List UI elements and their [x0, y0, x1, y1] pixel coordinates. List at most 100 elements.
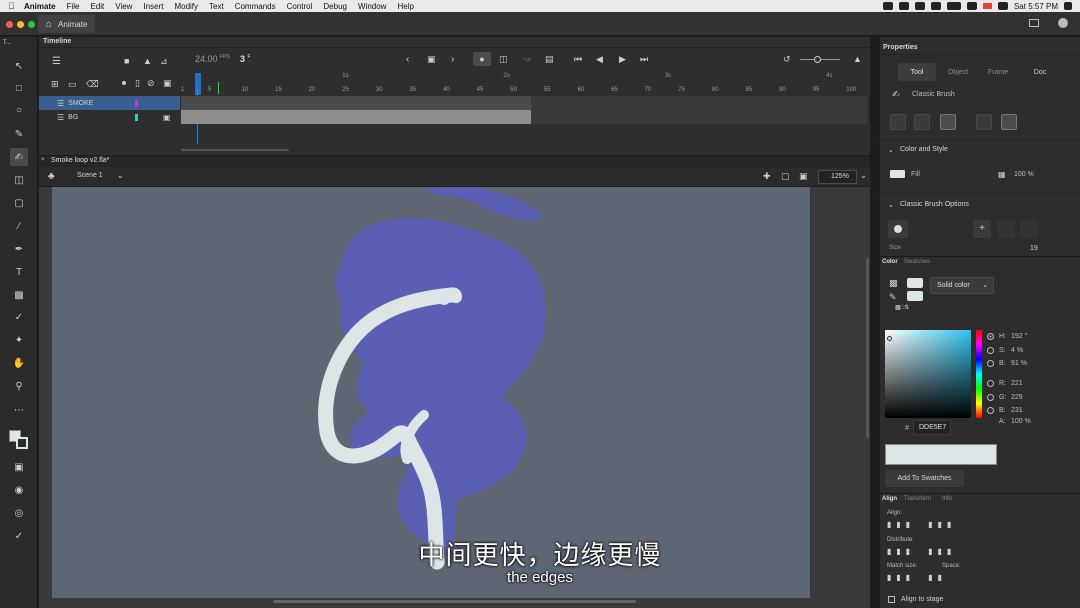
timeline-hscrollbar[interactable]: [181, 149, 289, 151]
fill-color-chip-2[interactable]: [907, 291, 923, 301]
menu-modify[interactable]: Modify: [174, 2, 198, 11]
color-picker-field[interactable]: [885, 330, 971, 418]
brush-mode-button[interactable]: [890, 114, 906, 130]
loop-icon[interactable]: ↺: [783, 54, 791, 65]
fps-display[interactable]: 24.00 FPS: [195, 54, 230, 64]
cloud-icon[interactable]: [930, 2, 941, 10]
frame-ruler[interactable]: [181, 82, 869, 93]
size-value[interactable]: 19: [1030, 245, 1038, 252]
delete-layer-icon[interactable]: ⌫: [86, 79, 99, 90]
alpha-value[interactable]: 100 %: [1011, 418, 1031, 425]
prev-keyframe-icon[interactable]: ‹: [406, 54, 409, 65]
layer-color-swatch[interactable]: [135, 100, 138, 107]
next-keyframe-icon[interactable]: ›: [451, 54, 454, 65]
menu-control[interactable]: Control: [287, 2, 313, 11]
wifi-icon[interactable]: [966, 2, 977, 10]
text-tool-icon[interactable]: T: [10, 263, 28, 281]
red-value[interactable]: 221: [1011, 380, 1023, 387]
bg-empty-frames[interactable]: [531, 110, 867, 124]
blue-radio[interactable]: [987, 407, 994, 414]
fill-color-chip[interactable]: [890, 170, 905, 178]
doc-tab-close-icon[interactable]: ×: [41, 157, 45, 163]
align-buttons[interactable]: ▮▮▮ ▮▮▮: [887, 520, 956, 529]
lasso-tool-icon[interactable]: ○: [10, 101, 28, 119]
add-brush-button[interactable]: +: [973, 220, 991, 238]
new-folder-icon[interactable]: ▭: [68, 79, 77, 90]
menu-commands[interactable]: Commands: [235, 2, 276, 11]
pen-tool-icon[interactable]: ✒: [10, 240, 28, 258]
workspace-icon[interactable]: [1029, 19, 1039, 27]
fill-swatch[interactable]: [16, 437, 28, 449]
zoom-window-icon[interactable]: [28, 21, 35, 28]
align-to-stage-checkbox[interactable]: [888, 596, 895, 603]
menu-text[interactable]: Text: [209, 2, 224, 11]
camera-icon[interactable]: ■: [124, 56, 129, 66]
scene-name[interactable]: Scene 1: [77, 172, 103, 179]
paint-bucket-icon[interactable]: ▩: [10, 286, 28, 304]
record-icon[interactable]: [914, 2, 925, 10]
subselection-tool-icon[interactable]: □: [10, 79, 28, 97]
layers-icon[interactable]: ☰: [52, 56, 61, 67]
new-layer-icon[interactable]: ⊞: [51, 79, 59, 90]
tab-align[interactable]: Align: [882, 496, 897, 502]
more-tools-icon[interactable]: ⋯: [10, 401, 28, 419]
tab-info[interactable]: Info: [942, 496, 952, 502]
blue-value[interactable]: 231: [1011, 407, 1023, 414]
hue-value[interactable]: 192 °: [1011, 333, 1027, 340]
eraser-tool-icon[interactable]: ◫: [10, 171, 28, 189]
align-to-stage-label[interactable]: Align to stage: [901, 596, 943, 603]
color-style-heading[interactable]: Color and Style: [900, 146, 948, 153]
clip-icon[interactable]: ▢: [781, 171, 790, 182]
tab-frame[interactable]: Frame: [980, 63, 1016, 81]
scene-dropdown-icon[interactable]: ⌄: [117, 171, 124, 180]
minimize-window-icon[interactable]: [17, 21, 24, 28]
green-radio[interactable]: [987, 394, 994, 401]
object-drawing-icon[interactable]: ▣: [10, 458, 28, 476]
list-icon[interactable]: [1064, 2, 1072, 10]
timeline-zoom-icon[interactable]: ▲: [853, 54, 862, 64]
menu-window[interactable]: Window: [358, 2, 386, 11]
swap-colors-icon[interactable]: ▩□⇅: [895, 304, 909, 311]
zoom-dropdown-icon[interactable]: ⌄: [860, 171, 867, 180]
add-to-swatches-button[interactable]: Add To Swatches: [885, 470, 964, 487]
close-box-icon[interactable]: [898, 2, 909, 10]
pressure-icon[interactable]: ◎: [10, 504, 28, 522]
saturation-radio[interactable]: [987, 347, 994, 354]
zoom-select[interactable]: 125%: [818, 170, 857, 184]
motion-tween-icon[interactable]: ↝: [523, 54, 531, 65]
creative-cloud-icon[interactable]: [882, 2, 893, 10]
stage-hscrollbar[interactable]: [273, 600, 636, 603]
brush-options-heading[interactable]: Classic Brush Options: [900, 201, 969, 208]
brush-options-chevron-icon[interactable]: ⌄: [888, 201, 894, 209]
saturation-value[interactable]: 4 %: [1011, 347, 1023, 354]
pressure-button[interactable]: [976, 114, 992, 130]
highlight-dot-icon[interactable]: [122, 81, 126, 85]
doc-tab-label[interactable]: Smoke loop v2.fla*: [51, 157, 109, 164]
insert-frame-icon[interactable]: ▤: [545, 54, 554, 65]
onion-skin-icon[interactable]: ●: [473, 52, 491, 66]
layer-parenting-icon[interactable]: ▲: [143, 56, 152, 66]
tab-doc[interactable]: Doc: [1022, 63, 1058, 81]
line-tool-icon[interactable]: ∕: [10, 217, 28, 235]
smoke-empty-frames[interactable]: [531, 96, 867, 110]
layer-bg[interactable]: ☰ BG ▣: [39, 110, 180, 124]
fill-bucket-icon[interactable]: ▩: [889, 278, 898, 289]
app-home-tab[interactable]: ⌂ Animate: [38, 15, 96, 33]
smoke-frames[interactable]: [181, 96, 531, 110]
hide-all-icon[interactable]: ⊘: [147, 78, 155, 89]
playhead-handle[interactable]: [195, 73, 201, 95]
color-type-select[interactable]: Solid color ⌄: [930, 277, 994, 294]
center-stage-icon[interactable]: ▣: [799, 171, 808, 182]
menu-insert[interactable]: Insert: [143, 2, 163, 11]
bg-frames[interactable]: [181, 110, 531, 124]
layer-smoke[interactable]: ☰ SMOKE: [39, 96, 180, 110]
lock-all-icon[interactable]: ▣: [163, 78, 172, 89]
stage-vscroll-icon[interactable]: [865, 189, 870, 209]
menubar-clock[interactable]: Sat 5:57 PM: [1014, 2, 1058, 11]
stage-vscrollbar[interactable]: [866, 258, 869, 438]
outline-icon[interactable]: ▯: [135, 78, 140, 89]
brush-shape-button[interactable]: [914, 114, 930, 130]
snap-icon[interactable]: ✚: [763, 171, 771, 182]
menu-debug[interactable]: Debug: [323, 2, 347, 11]
input-flag-icon[interactable]: [982, 3, 992, 9]
